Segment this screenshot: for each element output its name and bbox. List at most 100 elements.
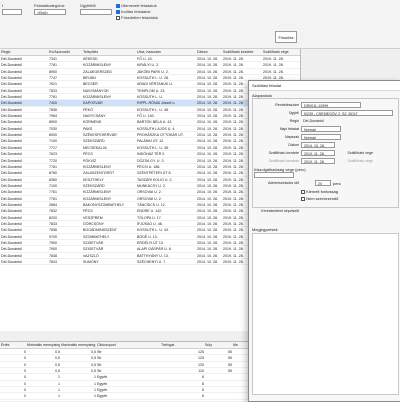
category-select[interactable]: <Első>	[34, 9, 66, 15]
table-cell: Dél-Dunántúl	[1, 76, 22, 81]
table-cell: 0	[24, 394, 26, 399]
table-cell: 8360	[49, 177, 57, 182]
table-cell: 0	[24, 350, 26, 354]
table-cell: 7100	[49, 183, 57, 188]
table-cell: KOSSUTH L. U. 43.	[137, 228, 169, 233]
check-unrefreshed[interactable]: Frissítetlen feladatok	[116, 15, 158, 20]
table-cell: MUNKÁCSY U. 2.	[137, 183, 166, 188]
col-header[interactable]: Dátum	[196, 49, 222, 55]
table-cell: KAPOSVÁR	[83, 101, 103, 106]
table-cell: SZÉKESFEHÉRVÁR	[83, 133, 117, 138]
table-cell: Dél-Dunántúl	[1, 82, 22, 87]
check-unrefreshed-label: Frissítetlen feladatok	[121, 15, 159, 20]
order-number-field[interactable]: DR0011-12999	[301, 102, 361, 108]
table-cell	[204, 374, 232, 379]
table-cell: 2014. 10. 28.	[197, 95, 218, 100]
detail-header: Érték Minimális mennyiség Maximális menn…	[0, 342, 252, 349]
col-header[interactable]: Utca, házszám	[136, 49, 196, 55]
table-cell: 2684	[49, 202, 57, 207]
ship-start-field[interactable]: 2019. 11. 28.	[301, 150, 335, 156]
table-cell: 0,5	[91, 369, 96, 374]
table-cell: TÁNCSICS U. 12.	[137, 202, 166, 207]
table-cell: DÓZSA GY. U. 3.	[137, 158, 165, 163]
dialog-title: Szállítási feladat	[249, 81, 400, 91]
daily-task-select[interactable]: Normál	[301, 126, 341, 132]
table-cell: NAGYMÁNYOK	[83, 88, 109, 93]
table-cell: KOSSUTH LAJOS U. 4.	[137, 126, 176, 131]
table-cell: Dél-Dunántúl	[1, 126, 22, 131]
table-cell: BATTHYÁNY U. 13.	[137, 253, 169, 258]
check-start[interactable]: Indítás feladatok	[116, 9, 150, 14]
date-field[interactable]: 2014. 10. 28.	[301, 142, 335, 148]
table-cell: 7621	[49, 82, 57, 87]
admin-time-field[interactable]: 20	[315, 180, 331, 186]
table-cell: 2014. 10. 28.	[197, 133, 218, 138]
table-cell: Dél-Dunántúl	[1, 177, 22, 182]
table-cell: Dél-Dunántúl	[1, 202, 22, 207]
table-cell: 0,5	[55, 362, 60, 367]
detail-body: 0 0,5 0,5 Str 125 55 0 0,5 0,5 Str 125 55 0 0,5 0,5 Str…	[0, 349, 252, 401]
table-cell: Dél-Dunántúl	[1, 240, 22, 245]
table-cell: 2014. 10. 28.	[197, 221, 218, 226]
table-cell: Dél-Dunántúl	[1, 120, 22, 125]
check-scheduled[interactable]: Ütemezett feladatok	[116, 3, 157, 8]
checkbox-icon[interactable]	[116, 15, 120, 20]
table-cell: Dél-Dunántúl	[1, 88, 22, 93]
notes-area[interactable]	[252, 233, 399, 395]
table-cell: 2014. 10. 28.	[197, 63, 218, 68]
table-cell: Dél-Dunántúl	[1, 221, 22, 226]
table-cell: PÉCS	[83, 209, 93, 214]
day-part-select[interactable]: Normál	[301, 134, 341, 140]
col-header[interactable]: Érték	[0, 342, 26, 348]
checkbox-icon[interactable]	[301, 189, 305, 194]
col-header[interactable]: Minimális mennyiség	[26, 342, 60, 348]
col-header[interactable]: Ev/Azonosító	[48, 49, 82, 55]
table-cell: Str	[97, 350, 102, 354]
table-cell: KÉKESD	[83, 57, 98, 61]
filter-combo-1[interactable]	[2, 9, 22, 15]
table-cell: 0,5	[91, 356, 96, 361]
admin-time-label: Adminisztrációs idő	[268, 181, 299, 185]
table-cell: Dél-Dunántúl	[1, 57, 22, 61]
table-cell: 0	[24, 356, 26, 361]
table-cell: MECSÉKALJA	[83, 145, 107, 150]
start-time-field[interactable]: 2019. 11. 28.	[301, 158, 335, 164]
sales-rep-label: Kereskedelmi képviselő	[261, 209, 299, 213]
table-cell: Str	[97, 369, 102, 374]
table-cell: KOZÁRMISLENY	[83, 196, 112, 201]
client-field[interactable]: 5/239 - CSEMEGÓV 2. SZ. BOLT	[301, 110, 393, 116]
no-organize-check[interactable]: Nem szervezendő	[301, 196, 338, 201]
table-cell: 2014. 10. 28.	[197, 228, 218, 233]
table-cell: PÉKÓ	[83, 107, 93, 112]
col-header[interactable]: Szállítható kezdete	[222, 49, 262, 55]
col-header[interactable]: Cikkcsoport	[96, 342, 160, 348]
col-header[interactable]: Maximális mennyiség	[60, 342, 96, 348]
checkbox-icon[interactable]	[116, 9, 120, 14]
table-cell: SZEKSZÁRD	[83, 183, 105, 188]
col-header[interactable]: Súly	[204, 342, 232, 348]
col-header[interactable]: Település	[82, 49, 136, 55]
col-header[interactable]: Régió	[0, 49, 48, 55]
col-header[interactable]: Térfogat	[160, 342, 204, 348]
table-cell: 7761	[49, 190, 57, 195]
table-cell: 1	[58, 375, 60, 380]
col-header[interactable]: Szállítható vége	[262, 49, 300, 55]
table-cell: PÉCS	[83, 152, 93, 157]
filter-label-1: t	[2, 3, 4, 8]
table-cell: Dél-Dunántúl	[1, 260, 22, 264]
checkbox-icon[interactable]	[116, 3, 120, 8]
table-cell: 0,5	[55, 369, 60, 374]
refresh-button[interactable]: Frissítés	[275, 31, 297, 43]
table-cell: 2014. 10. 28.	[197, 190, 218, 195]
grid-header: Régió Ev/Azonosító Település Utca, házsz…	[0, 49, 300, 56]
table-cell: 7400	[49, 101, 57, 106]
client-select[interactable]	[80, 9, 112, 15]
table-cell: 7747	[49, 76, 57, 81]
table-cell: 7761	[49, 164, 57, 169]
priority-check[interactable]: Kiemelt fontosság	[301, 189, 338, 194]
table-cell: NAGYCSÁNY	[83, 114, 106, 119]
table-cell: 0	[24, 362, 26, 367]
checkbox-icon[interactable]	[301, 196, 305, 201]
table-cell: ÍFJÚSÁG U. 48.	[137, 221, 163, 226]
service-end-field[interactable]	[254, 172, 294, 178]
